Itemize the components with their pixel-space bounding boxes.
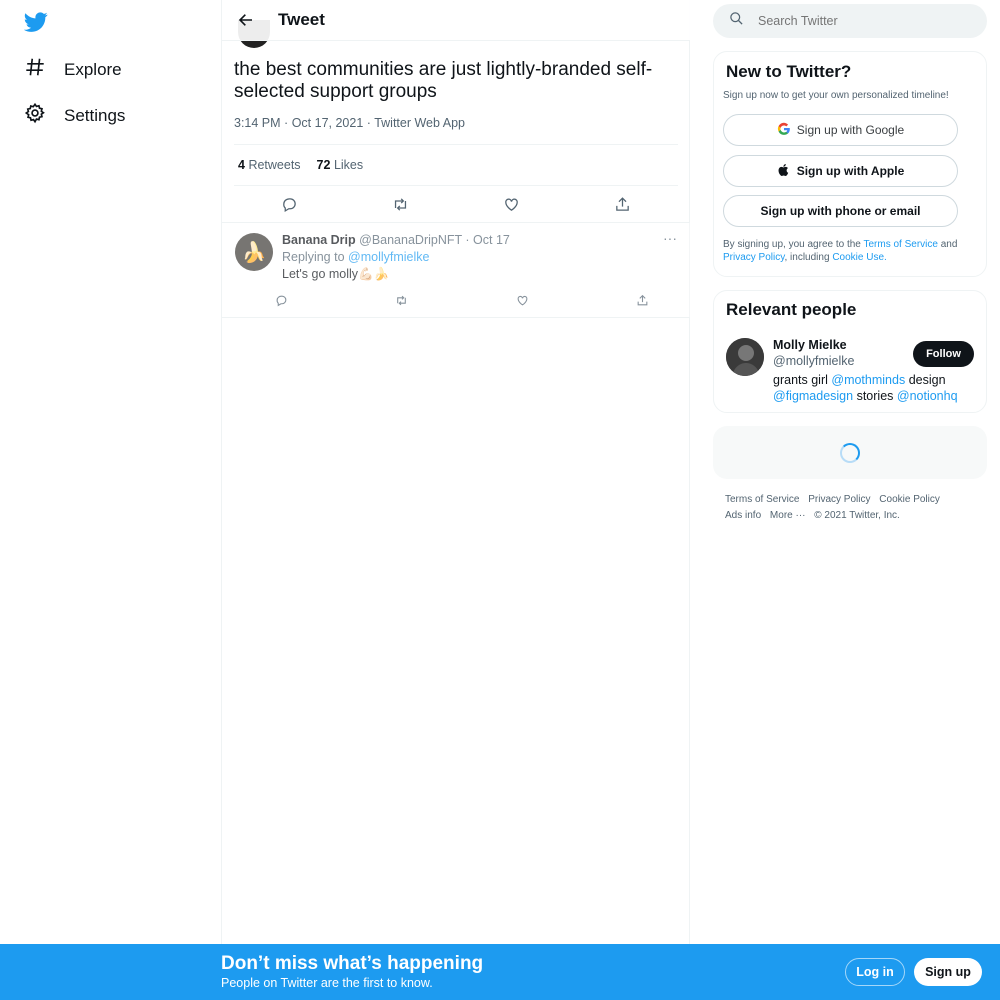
- relevant-people-card: Relevant people Molly Mielke @mollyfmiel…: [713, 290, 987, 413]
- replying-to-prefix: Replying to: [282, 250, 345, 264]
- trends-loading-card: [713, 426, 987, 479]
- reply-header: Banana Drip @BananaDripNFT · Oct 17: [282, 233, 510, 247]
- meta-separator: ·: [366, 116, 371, 130]
- avatar[interactable]: [726, 338, 764, 376]
- reply-tweet[interactable]: 🍌 Banana Drip @BananaDripNFT · Oct 17 ··…: [222, 223, 690, 318]
- footer-cookie-link[interactable]: Cookie Policy: [879, 494, 940, 505]
- footer-links: Terms of Service Privacy Policy Cookie P…: [725, 492, 987, 524]
- meta-separator: ·: [465, 233, 470, 247]
- back-arrow-icon[interactable]: [234, 8, 258, 32]
- google-icon: [777, 122, 791, 139]
- privacy-link[interactable]: Privacy Policy: [723, 252, 785, 263]
- tweet-actions: [234, 186, 678, 222]
- reply-icon[interactable]: [279, 193, 301, 215]
- cookie-link[interactable]: Cookie Use: [832, 252, 884, 263]
- terms-text: , including: [784, 252, 830, 263]
- bio-link[interactable]: @figmadesign: [773, 389, 853, 403]
- more-icon[interactable]: ···: [662, 231, 678, 247]
- likes-stat[interactable]: 72 Likes: [317, 158, 364, 172]
- terms-link[interactable]: Terms of Service: [863, 239, 937, 250]
- signup-terms: By signing up, you agree to the Terms of…: [723, 238, 973, 264]
- reply-actions: [272, 291, 652, 309]
- search-icon: [729, 11, 744, 31]
- bio-link[interactable]: @notionhq: [897, 389, 958, 403]
- signup-google-label: Sign up with Google: [796, 123, 905, 137]
- tweet-stats: 4 Retweets 72 Likes: [234, 144, 678, 186]
- reply-icon[interactable]: [272, 291, 290, 309]
- hashtag-icon: [24, 56, 46, 83]
- share-icon[interactable]: [634, 291, 652, 309]
- left-nav: Explore Settings: [0, 0, 221, 1000]
- card-title: New to Twitter?: [726, 62, 852, 81]
- tweet-text: the best communities are just lightly-br…: [234, 59, 653, 102]
- footer-more-link[interactable]: More ···: [770, 510, 806, 521]
- reply-avatar[interactable]: 🍌: [235, 233, 273, 271]
- follow-button[interactable]: Follow: [913, 341, 974, 367]
- signup-apple-label: Sign up with Apple: [796, 164, 905, 178]
- apple-icon: [777, 163, 791, 180]
- search-bar[interactable]: [713, 4, 987, 38]
- person-bio: grants girl @mothminds design @figmadesi…: [773, 372, 973, 404]
- signup-banner: Don’t miss what’s happening People on Tw…: [0, 944, 1000, 1000]
- tweet-meta: 3:14 PM · Oct 17, 2021 · Twitter Web App: [234, 116, 465, 130]
- tweet-time[interactable]: 3:14 PM: [234, 116, 281, 130]
- share-icon[interactable]: [612, 193, 634, 215]
- tweet-source[interactable]: Twitter Web App: [374, 116, 465, 130]
- bio-link[interactable]: @mothminds: [831, 373, 905, 387]
- like-icon[interactable]: [513, 291, 531, 309]
- card-subtitle: Sign up now to get your own personalized…: [723, 90, 949, 101]
- reply-author-handle[interactable]: @BananaDripNFT: [359, 233, 462, 247]
- retweet-icon[interactable]: [390, 193, 412, 215]
- header: Tweet: [222, 0, 690, 41]
- terms-text: .: [884, 252, 887, 263]
- footer-ads-link[interactable]: Ads info: [725, 510, 761, 521]
- terms-text: and: [940, 239, 958, 250]
- signup-phone-label: Sign up with phone or email: [760, 204, 921, 218]
- tweet-date[interactable]: Oct 17, 2021: [292, 116, 364, 130]
- page-title: Tweet: [278, 10, 325, 29]
- replying-to-link[interactable]: @mollyfmielke: [348, 250, 429, 264]
- login-button[interactable]: Log in: [845, 958, 905, 986]
- card-title: Relevant people: [726, 300, 857, 319]
- reply-text: Let's go molly💪🏻🍌: [282, 267, 390, 281]
- footer-privacy-link[interactable]: Privacy Policy: [808, 494, 870, 505]
- nav-item-label: Explore: [64, 59, 122, 79]
- search-input[interactable]: [758, 14, 958, 28]
- signup-phone-button[interactable]: Sign up with phone or email: [723, 195, 958, 227]
- nav-item-settings[interactable]: Settings: [24, 102, 125, 129]
- person-name[interactable]: Molly Mielke: [773, 338, 847, 352]
- person-handle[interactable]: @mollyfmielke: [773, 354, 854, 368]
- bio-text: design: [908, 373, 946, 387]
- signup-button[interactable]: Sign up: [914, 958, 982, 986]
- bio-text: grants girl: [773, 373, 828, 387]
- retweets-stat[interactable]: 4 Retweets: [238, 158, 301, 172]
- meta-separator: ·: [284, 116, 289, 130]
- reply-date[interactable]: Oct 17: [473, 233, 510, 247]
- nav-item-explore[interactable]: Explore: [24, 56, 122, 83]
- signup-google-button[interactable]: Sign up with Google: [723, 114, 958, 146]
- retweet-icon[interactable]: [393, 291, 411, 309]
- bio-text: stories: [856, 389, 894, 403]
- nav-item-label: Settings: [64, 105, 126, 125]
- twitter-bird-icon[interactable]: [23, 10, 48, 34]
- reply-author-name[interactable]: Banana Drip: [282, 233, 356, 247]
- loading-spinner-icon: [840, 442, 860, 463]
- terms-text: By signing up, you agree to the: [723, 239, 861, 250]
- gear-icon: [24, 102, 46, 129]
- new-to-twitter-card: New to Twitter? Sign up now to get your …: [713, 51, 987, 277]
- replying-to: Replying to @mollyfmielke: [282, 250, 429, 264]
- footer-terms-link[interactable]: Terms of Service: [725, 494, 799, 505]
- banner-title: Don’t miss what’s happening: [221, 953, 484, 974]
- like-icon[interactable]: [501, 193, 523, 215]
- signup-apple-button[interactable]: Sign up with Apple: [723, 155, 958, 187]
- banner-subtitle: People on Twitter are the first to know.: [221, 976, 433, 990]
- main-column: Tweet the best communities are just ligh…: [221, 0, 690, 1000]
- copyright: © 2021 Twitter, Inc.: [814, 510, 900, 521]
